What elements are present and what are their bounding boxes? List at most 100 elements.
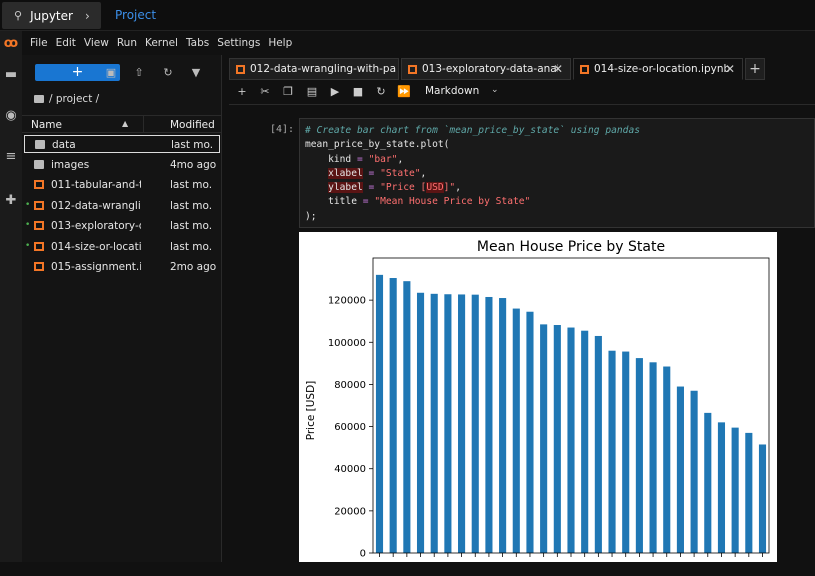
code-ylabel-val-a: "Price [ xyxy=(380,182,427,194)
project-link[interactable]: Project xyxy=(115,8,156,22)
close-icon[interactable]: ✕ xyxy=(553,62,563,76)
cell-output: Mean House Price by State Price [USD] 0 200… xyxy=(299,232,777,562)
cell-type-select[interactable]: Markdown xyxy=(425,85,479,97)
notebook-icon xyxy=(34,180,44,189)
run-icon[interactable]: ▶ xyxy=(328,85,342,99)
notebook-icon xyxy=(34,262,44,271)
upload-icon[interactable]: ⇧ xyxy=(132,66,146,80)
menu-tabs[interactable]: Tabs xyxy=(186,37,209,49)
bar-chart: Mean House Price by State Price [USD] 0 200… xyxy=(305,239,770,560)
folder-icon[interactable]: ▬ xyxy=(3,67,19,82)
bar xyxy=(540,324,548,553)
code-title-val: "Mean House Price by State" xyxy=(374,196,531,208)
insert-cell-icon[interactable]: + xyxy=(235,85,249,99)
running-indicator-icon: • xyxy=(25,199,31,210)
bar xyxy=(430,293,438,553)
jupyterlab-logo-icon: ꝏ xyxy=(0,31,22,55)
y-tick-label: 40000 xyxy=(334,464,366,475)
file-row[interactable]: 011-tabular-and-t... last mo. xyxy=(24,176,220,194)
menu-kernel[interactable]: Kernel xyxy=(145,37,178,49)
bar xyxy=(608,350,616,553)
sort-ascending-icon: ▲ xyxy=(122,119,129,128)
bar xyxy=(526,311,534,553)
file-row[interactable]: • 012-data-wranglin... last mo. xyxy=(24,197,220,215)
fast-forward-icon[interactable]: ⏩ xyxy=(397,85,411,99)
file-name: 015-assignment.ip... xyxy=(51,261,141,273)
column-modified-header[interactable]: Modified xyxy=(170,119,215,131)
y-tick-label: 60000 xyxy=(334,422,366,433)
refresh-icon[interactable]: ↻ xyxy=(161,66,175,80)
code-ylabel-val-b: USD xyxy=(426,182,444,194)
y-tick-label: 100000 xyxy=(328,338,366,349)
bar xyxy=(704,412,712,553)
file-name: 014-size-or-locati... xyxy=(51,240,141,253)
bar xyxy=(471,294,479,553)
notebook-tab-bar: 012-data-wrangling-with-pa 013-explorato… xyxy=(229,58,815,81)
file-browser-toolbar: + ▣ ⇧ ↻ ▼ xyxy=(22,55,222,89)
paste-icon[interactable]: ▤ xyxy=(305,85,319,99)
notebook-icon xyxy=(34,200,44,210)
bar xyxy=(389,278,397,553)
notebook-icon xyxy=(580,64,589,74)
notebook-panel: [4]: # Create bar chart from `mean_price… xyxy=(229,105,815,562)
file-row[interactable]: images 4mo ago xyxy=(24,156,220,174)
restart-icon[interactable]: ↻ xyxy=(374,85,388,99)
activity-bar: ▬ ◉ ≡ ✚ xyxy=(0,55,22,562)
tab-label: 014-size-or-location.ipynb xyxy=(594,63,730,75)
folder-icon[interactable] xyxy=(34,95,44,103)
column-name-header[interactable]: Name xyxy=(31,119,62,131)
code-cell-editor[interactable]: # Create bar chart from `mean_price_by_s… xyxy=(299,118,815,228)
y-axis-label: Price [USD] xyxy=(305,381,317,441)
copy-icon[interactable]: ❐ xyxy=(281,85,295,99)
tab-label: 013-exploratory-data-analysi xyxy=(422,63,558,75)
menu-edit[interactable]: Edit xyxy=(56,37,76,49)
app-name: Jupyter xyxy=(30,8,73,23)
chevron-down-icon[interactable]: ⌄ xyxy=(491,85,499,95)
breadcrumb-path[interactable]: / project / xyxy=(49,93,99,105)
new-folder-icon[interactable]: ▣ xyxy=(104,66,118,80)
file-modified: 2mo ago xyxy=(170,261,217,273)
tab-013-exploratory[interactable]: 013-exploratory-data-analysi ✕ xyxy=(401,58,571,80)
menu-settings[interactable]: Settings xyxy=(217,37,260,49)
menu-file[interactable]: File xyxy=(30,37,48,49)
notebook-icon xyxy=(236,64,245,74)
file-modified: last mo. xyxy=(171,139,214,151)
running-icon[interactable]: ◉ xyxy=(3,108,19,123)
notebook-icon xyxy=(408,64,417,74)
bar xyxy=(745,432,753,553)
extension-icon[interactable]: ✚ xyxy=(3,193,19,208)
bar xyxy=(512,308,520,553)
bar xyxy=(676,386,684,553)
toc-icon[interactable]: ≡ xyxy=(3,149,19,164)
stop-icon[interactable]: ■ xyxy=(351,85,365,99)
bar xyxy=(594,335,602,553)
cut-icon[interactable]: ✂ xyxy=(258,85,272,99)
tab-014-size-or-location[interactable]: 014-size-or-location.ipynb ✕ xyxy=(573,58,743,80)
file-row[interactable]: data last mo. xyxy=(24,135,220,153)
filter-icon[interactable]: ▼ xyxy=(189,66,203,80)
column-divider[interactable] xyxy=(143,116,144,133)
add-tab-button[interactable]: + xyxy=(745,58,765,80)
menu-run[interactable]: Run xyxy=(117,37,137,49)
y-tick-label: 20000 xyxy=(334,506,366,517)
notebook-icon xyxy=(34,241,44,251)
file-modified: last mo. xyxy=(170,199,213,212)
tab-012-data-wrangling[interactable]: 012-data-wrangling-with-pa xyxy=(229,58,399,80)
running-indicator-icon: • xyxy=(25,240,31,251)
menu-help[interactable]: Help xyxy=(268,37,292,49)
file-row[interactable]: 015-assignment.ip... 2mo ago xyxy=(24,258,220,276)
bar xyxy=(416,292,425,553)
jupyter-menu-button[interactable]: ⚲ Jupyter › xyxy=(2,2,101,29)
cell-prompt: [4]: xyxy=(270,124,295,135)
code-title-key: title xyxy=(328,196,357,208)
file-row[interactable]: • 013-exploratory-d... last mo. xyxy=(24,217,220,235)
file-row[interactable]: • 014-size-or-locati... last mo. xyxy=(24,238,220,256)
bar xyxy=(622,351,630,553)
file-name: data xyxy=(52,139,76,151)
menu-view[interactable]: View xyxy=(84,37,109,49)
file-name: 012-data-wranglin... xyxy=(51,199,141,212)
main-area: 012-data-wrangling-with-pa 013-explorato… xyxy=(222,55,815,562)
close-icon[interactable]: ✕ xyxy=(725,62,735,76)
bar xyxy=(444,294,452,553)
y-tick-label: 0 xyxy=(360,549,366,560)
